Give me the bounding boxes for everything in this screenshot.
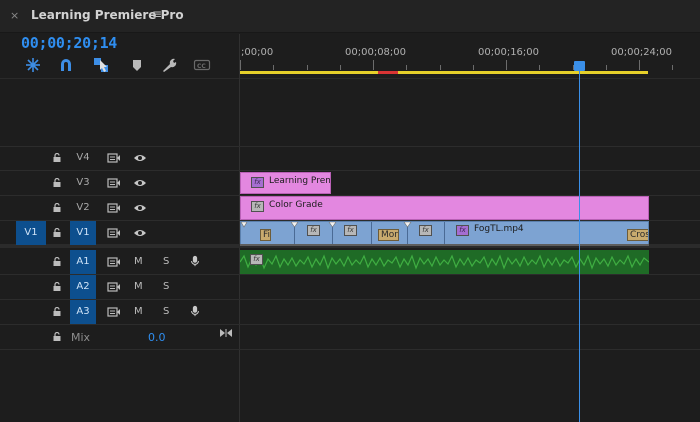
mute-button[interactable]: M [134,256,146,267]
work-area-bar[interactable] [240,71,648,74]
clip-title[interactable]: fx Learning Prem [240,172,331,194]
clip-label: Learning Prem [269,176,331,186]
track-name-v4[interactable]: V4 [70,146,96,170]
track-header-v2: V2 [0,196,240,220]
wrench-icon[interactable] [160,56,178,74]
transition-clip[interactable]: Fi [260,229,271,241]
track-header-mix: Mix 0.0 [0,325,240,349]
playhead-line[interactable] [579,68,580,422]
fx-badge-icon: fx [251,201,264,212]
render-bar-red [378,71,398,74]
mix-volume-value[interactable]: 0.0 [148,331,166,344]
clip-label: FogTL.mp4 [474,224,524,234]
clip-adjustment-layer[interactable]: fx Color Grade [240,196,649,220]
microphone-icon[interactable] [188,255,202,267]
lock-icon[interactable] [53,257,61,266]
sync-lock-icon[interactable] [107,227,121,239]
transition-clip[interactable]: Mor [378,229,399,241]
magnet-icon[interactable] [57,56,75,74]
solo-button[interactable]: S [163,256,175,267]
lock-icon[interactable] [53,153,61,162]
track-name-v3[interactable]: V3 [70,171,96,195]
svg-text:CC: CC [197,63,206,70]
fx-badge-icon: fx [250,254,263,265]
playhead-handle[interactable] [574,61,585,71]
lock-icon[interactable] [53,307,61,316]
sync-lock-icon[interactable] [107,256,121,268]
track-name-a2[interactable]: A2 [70,275,96,299]
clip-label: Color Grade [269,200,323,210]
sync-lock-icon[interactable] [107,152,121,164]
track-divider [0,349,700,350]
track-header-v1: V1 V1 [0,221,240,245]
eye-icon[interactable] [133,177,147,189]
lock-icon[interactable] [53,203,61,212]
solo-button[interactable]: S [163,281,175,292]
lock-icon[interactable] [53,178,61,187]
sync-lock-icon[interactable] [107,306,121,318]
v1-track-underline [240,244,649,246]
lock-icon[interactable] [53,282,61,291]
track-name-a1[interactable]: A1 [70,250,96,274]
sync-lock-icon[interactable] [107,202,121,214]
audio-waveform [240,254,649,270]
fx-badge-icon: fx [251,177,264,188]
add-marker-icon[interactable] [128,56,146,74]
fx-badge-icon: fx [456,225,469,236]
sync-lock-icon[interactable] [107,281,121,293]
close-icon[interactable]: × [10,9,19,22]
sync-lock-icon[interactable] [107,177,121,189]
mute-button[interactable]: M [134,306,146,317]
mute-button[interactable]: M [134,281,146,292]
fx-badge-icon: fx [307,225,320,236]
eye-icon[interactable] [133,152,147,164]
track-header-a2: A2 M S [0,275,240,299]
lock-icon[interactable] [53,228,61,237]
captions-icon[interactable]: CC [193,56,211,74]
mix-label: Mix [71,331,91,344]
lock-icon[interactable] [53,332,61,341]
snap-icon[interactable] [24,56,42,74]
eye-icon[interactable] [133,227,147,239]
track-name-a3[interactable]: A3 [70,300,96,324]
clip-edit-points [241,222,445,244]
track-header-v3: V3 [0,171,240,195]
track-name-v1[interactable]: V1 [70,221,96,245]
eye-icon[interactable] [133,202,147,214]
panel-menu-icon[interactable]: ≡ [152,7,162,21]
track-header-a1: A1 M S [0,250,240,274]
track-header-v4: V4 [0,146,240,170]
mix-end-icon[interactable] [219,328,233,338]
transition-clip[interactable]: Cros [627,229,648,241]
clip-audio-a1[interactable]: fx [240,250,649,274]
fx-badge-icon: fx [419,225,432,236]
track-header-a3: A3 M S [0,300,240,324]
ruler-ticks [240,60,673,70]
clip-v1-track[interactable]: Fi fx fx Mor fx fx FogTL.mp4 Cros [240,221,649,245]
header-divider [0,78,700,79]
fx-badge-icon: fx [344,225,357,236]
source-patch-v1[interactable]: V1 [16,221,46,245]
linked-selection-icon[interactable] [92,56,110,74]
playhead-timecode[interactable]: 00;00;20;14 [21,34,117,52]
microphone-icon[interactable] [188,305,202,317]
track-name-v2[interactable]: V2 [70,196,96,220]
solo-button[interactable]: S [163,306,175,317]
